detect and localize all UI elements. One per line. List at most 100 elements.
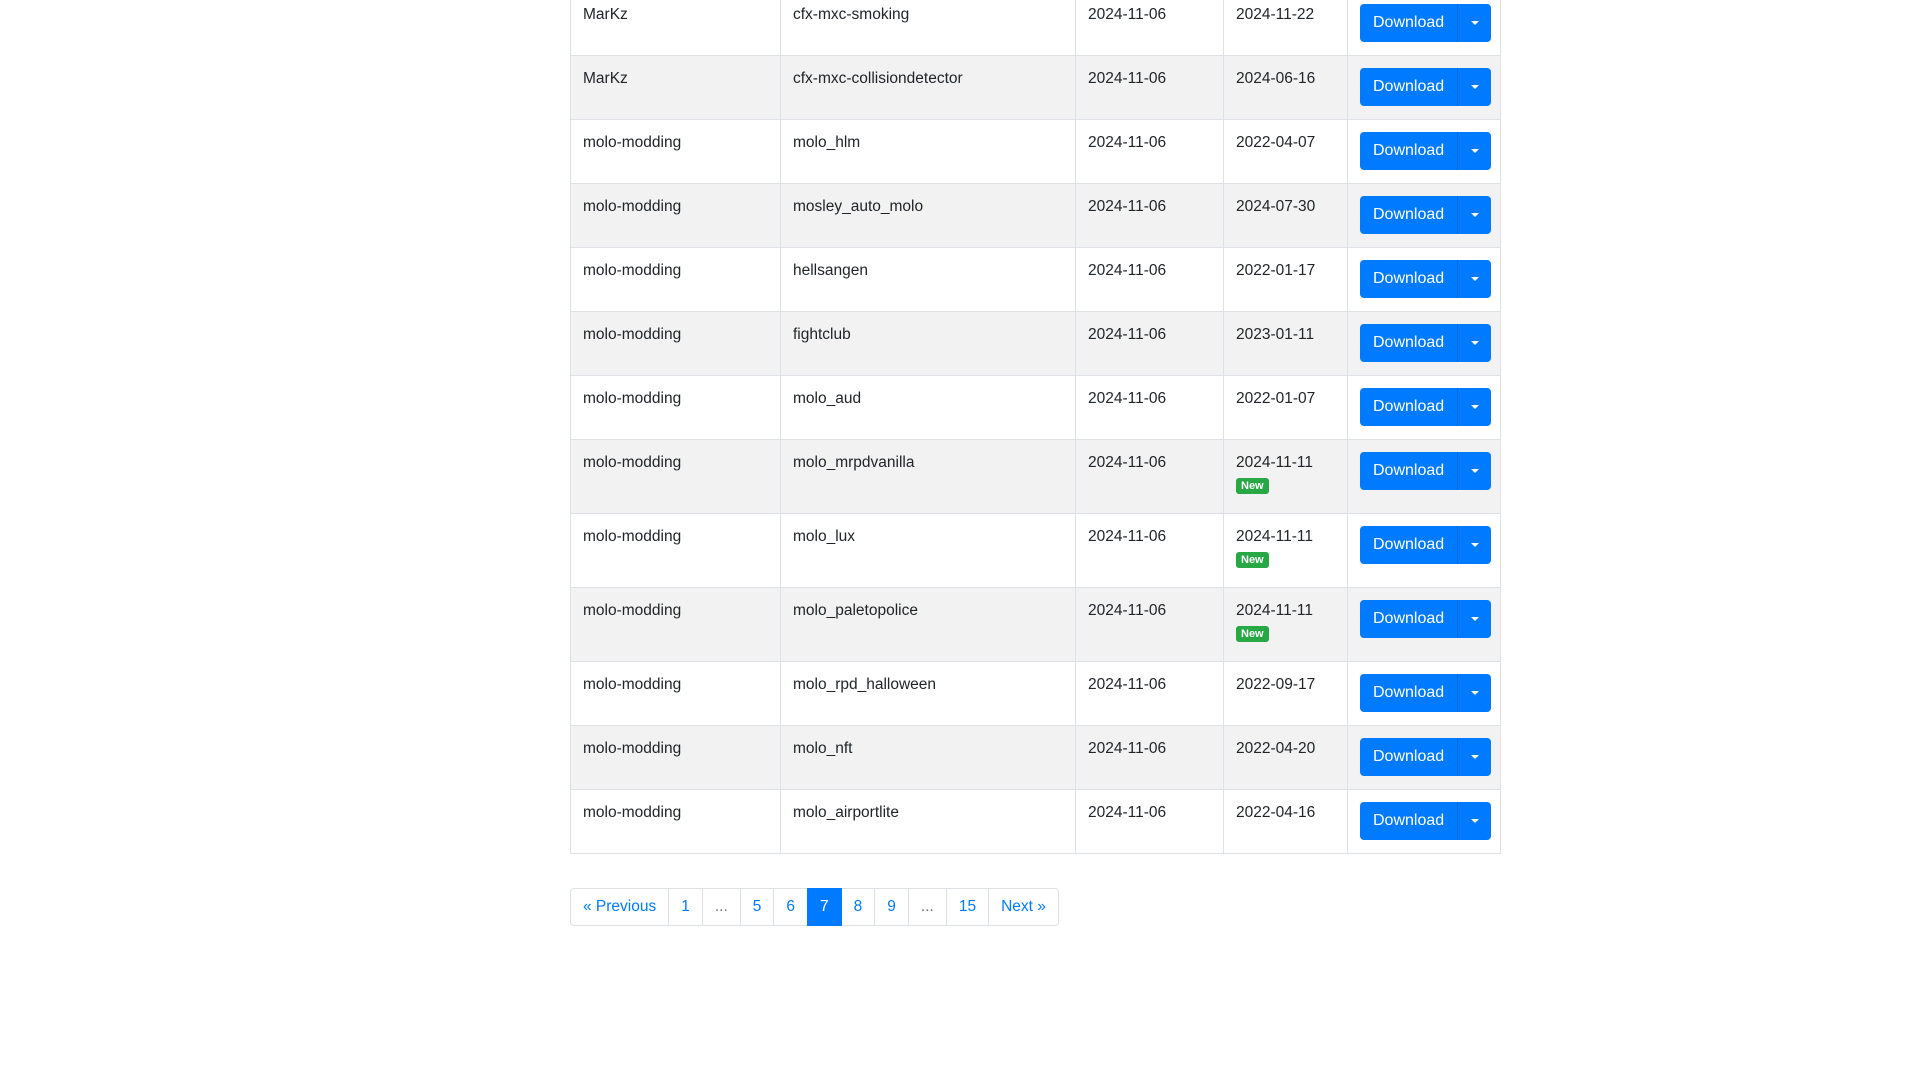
download-dropdown-toggle[interactable]: [1457, 132, 1492, 170]
page-link[interactable]: 5: [739, 888, 775, 926]
page-link[interactable]: 9: [874, 888, 909, 926]
download-button[interactable]: Download: [1360, 68, 1458, 106]
download-dropdown-toggle[interactable]: [1457, 260, 1492, 298]
download-button[interactable]: Download: [1360, 388, 1458, 426]
action-cell: Download: [1347, 513, 1501, 588]
resource-name-cell: mosley_auto_molo: [780, 183, 1076, 248]
download-dropdown-toggle[interactable]: [1457, 68, 1492, 106]
download-button-group: Download: [1360, 526, 1492, 564]
caret-down-icon: [1470, 755, 1479, 759]
author-cell: molo-modding: [570, 119, 781, 184]
download-button-group: Download: [1360, 600, 1492, 638]
download-dropdown-toggle[interactable]: [1457, 600, 1492, 638]
download-button[interactable]: Download: [1360, 526, 1458, 564]
download-dropdown-toggle[interactable]: [1457, 674, 1492, 712]
author-cell: molo-modding: [570, 587, 781, 662]
updated-date-cell-text: 2022-01-07: [1236, 390, 1316, 407]
updated-date-cell: 2022-04-07: [1223, 119, 1348, 184]
next-page-link[interactable]: Next »: [988, 888, 1059, 926]
resource-name-cell: molo_lux: [780, 513, 1076, 588]
current-page[interactable]: 7: [807, 888, 842, 926]
added-date-cell: 2024-11-06: [1075, 183, 1224, 248]
download-dropdown-toggle[interactable]: [1457, 196, 1492, 234]
download-button[interactable]: Download: [1360, 674, 1458, 712]
updated-date-cell: 2022-01-17: [1223, 247, 1348, 312]
author-cell-text: molo-modding: [583, 528, 682, 545]
download-button-group: Download: [1360, 196, 1492, 234]
author-cell: molo-modding: [570, 439, 781, 514]
caret-down-icon: [1470, 21, 1479, 25]
download-dropdown-toggle[interactable]: [1457, 452, 1492, 490]
table-row: molo-modding fightclub 2024-11-06 2023-01-1…: [570, 311, 1501, 376]
updated-date-cell-text: 2022-04-07: [1236, 134, 1316, 151]
added-date-cell-text: 2024-11-06: [1088, 676, 1167, 693]
download-dropdown-toggle[interactable]: [1457, 4, 1492, 42]
download-button-group: Download: [1360, 738, 1492, 776]
added-date-cell-text: 2024-11-06: [1088, 134, 1167, 151]
download-button[interactable]: Download: [1360, 4, 1458, 42]
action-cell: Download: [1347, 247, 1501, 312]
author-cell: molo-modding: [570, 725, 781, 790]
added-date-cell: 2024-11-06: [1075, 375, 1224, 440]
download-dropdown-toggle[interactable]: [1457, 388, 1492, 426]
updated-date-cell: 2024-06-16: [1223, 55, 1348, 120]
action-cell: Download: [1347, 789, 1501, 854]
added-date-cell-text: 2024-11-06: [1088, 262, 1167, 279]
author-cell-text: MarKz: [583, 6, 628, 23]
added-date-cell-text: 2024-11-06: [1088, 198, 1167, 215]
author-cell: MarKz: [570, 0, 781, 56]
new-badge: New: [1236, 626, 1269, 642]
download-button-group: Download: [1360, 4, 1492, 42]
action-cell: Download: [1347, 439, 1501, 514]
resource-name-cell: cfx-mxc-collisiondetector: [780, 55, 1076, 120]
resource-name-cell-text: molo_nft: [793, 740, 853, 757]
download-button[interactable]: Download: [1360, 260, 1458, 298]
page-link[interactable]: 6: [773, 888, 809, 926]
author-cell-text: molo-modding: [583, 390, 682, 407]
page-link[interactable]: 8: [840, 888, 876, 926]
updated-date-cell-text: 2024-11-11: [1236, 602, 1313, 619]
page-ellipsis: ...: [907, 888, 947, 926]
updated-date-cell-text: 2022-04-16: [1236, 804, 1316, 821]
download-dropdown-toggle[interactable]: [1457, 738, 1492, 776]
download-dropdown-toggle[interactable]: [1457, 526, 1492, 564]
author-cell-text: molo-modding: [583, 602, 682, 619]
added-date-cell: 2024-11-06: [1075, 587, 1224, 662]
author-cell-text: molo-modding: [583, 134, 682, 151]
download-button[interactable]: Download: [1360, 324, 1458, 362]
resource-name-cell-text: molo_hlm: [793, 134, 861, 151]
download-button[interactable]: Download: [1360, 600, 1458, 638]
updated-date-cell: 2024-11-11 New: [1223, 513, 1348, 588]
author-cell-text: molo-modding: [583, 198, 682, 215]
resource-name-cell-text: molo_mrpdvanilla: [793, 454, 915, 471]
table-row: molo-modding molo_rpd_halloween 2024-11-06…: [570, 661, 1501, 726]
resource-name-cell-text: cfx-mxc-smoking: [793, 6, 910, 23]
new-badge: New: [1236, 552, 1269, 568]
resource-name-cell: molo_paletopolice: [780, 587, 1076, 662]
download-button[interactable]: Download: [1360, 132, 1458, 170]
download-button[interactable]: Download: [1360, 196, 1458, 234]
caret-down-icon: [1470, 543, 1479, 547]
table-row: molo-modding hellsangen 2024-11-06 2022-01-…: [570, 247, 1501, 312]
download-dropdown-toggle[interactable]: [1457, 802, 1492, 840]
previous-page-link[interactable]: « Previous: [570, 888, 670, 926]
author-cell-text: MarKz: [583, 70, 628, 87]
download-button[interactable]: Download: [1360, 738, 1458, 776]
updated-date-cell-text: 2024-11-11: [1236, 454, 1313, 471]
caret-down-icon: [1470, 617, 1479, 621]
resource-name-cell-text: molo_airportlite: [793, 804, 899, 821]
download-button[interactable]: Download: [1360, 452, 1458, 490]
updated-date-cell: 2024-11-11 New: [1223, 587, 1348, 662]
added-date-cell: 2024-11-06: [1075, 0, 1224, 56]
resources-table: MarKz cfx-mxc-smoking 2024-11-06 2024-11-22…: [570, 0, 1501, 854]
download-button[interactable]: Download: [1360, 802, 1458, 840]
added-date-cell-text: 2024-11-06: [1088, 70, 1167, 87]
download-button-group: Download: [1360, 132, 1492, 170]
page-link[interactable]: 15: [945, 888, 990, 926]
added-date-cell: 2024-11-06: [1075, 789, 1224, 854]
page-link[interactable]: 1: [668, 888, 703, 926]
updated-date-cell: 2023-01-11: [1223, 311, 1348, 376]
download-dropdown-toggle[interactable]: [1457, 324, 1492, 362]
table-row: MarKz cfx-mxc-smoking 2024-11-06 2024-11-22…: [570, 0, 1501, 56]
resource-name-cell-text: molo_paletopolice: [793, 602, 918, 619]
